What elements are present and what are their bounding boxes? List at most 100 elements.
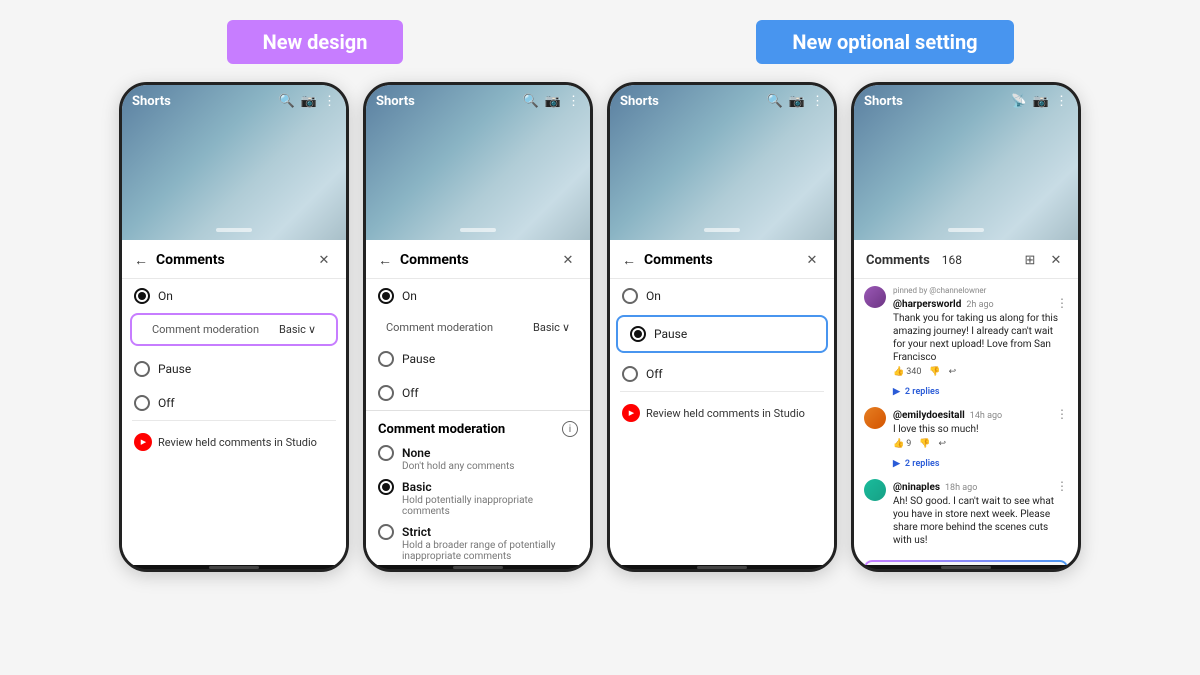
phone-2: Shorts 🔍 📷 ⋮ ← Comments ✕ xyxy=(363,82,593,572)
pause-label-2: Pause xyxy=(402,352,435,366)
off-label-2: Off xyxy=(402,386,419,400)
replies-row-1[interactable]: ▶ 2 replies xyxy=(854,384,1078,400)
search-icon-1[interactable]: 🔍 xyxy=(279,94,295,109)
replies-text-1: 2 replies xyxy=(905,387,940,397)
option-off-1[interactable]: Off xyxy=(122,386,346,420)
pause-highlight-blue: Pause xyxy=(616,315,828,353)
phone-4: Shorts 📡 📷 ⋮ Comments 168 ⊞ ✕ xyxy=(851,82,1081,572)
pause-label-3: Pause xyxy=(654,327,687,341)
more-icon-4[interactable]: ⋮ xyxy=(1055,94,1068,109)
replies-row-2[interactable]: ▶ 2 replies xyxy=(854,456,1078,472)
comments-count-4: 168 xyxy=(942,253,962,267)
mod-dropdown-2: Comment moderation i None Don't hold any… xyxy=(366,410,590,565)
radio-on-3 xyxy=(622,288,638,304)
comment-3-more[interactable]: ⋮ xyxy=(1056,479,1068,493)
basic-desc: Hold potentially inappropriate comments xyxy=(402,495,578,517)
option-on-1[interactable]: On xyxy=(122,279,346,313)
option-off-3[interactable]: Off xyxy=(610,357,834,391)
option-on-3[interactable]: On xyxy=(610,279,834,313)
divider-1 xyxy=(132,420,336,421)
avatar-3 xyxy=(864,479,886,501)
back-arrow-3[interactable]: ← xyxy=(622,252,636,269)
comment-2-more[interactable]: ⋮ xyxy=(1056,407,1068,421)
camera-icon-1[interactable]: 📷 xyxy=(301,94,317,109)
radio-off-2 xyxy=(378,385,394,401)
camera-icon-3[interactable]: 📷 xyxy=(789,94,805,109)
moderation-row-1[interactable]: Comment moderation Basic ∨ xyxy=(140,315,328,344)
comments-title-4: Comments xyxy=(866,253,930,268)
comment-1-user: @harpersworld xyxy=(893,299,961,310)
more-icon-3[interactable]: ⋮ xyxy=(811,94,824,109)
none-label: None xyxy=(402,446,430,460)
close-icon-2[interactable]: ✕ xyxy=(558,250,578,270)
on-label-1: On xyxy=(158,289,173,303)
moderation-highlight-purple: Comment moderation Basic ∨ xyxy=(130,313,338,346)
studio-row-3[interactable]: Review held comments in Studio xyxy=(610,396,834,430)
camera-icon-2[interactable]: 📷 xyxy=(545,94,561,109)
like-btn-1[interactable]: 👍 340 xyxy=(893,367,921,377)
new-optional-setting-header: New optional setting xyxy=(756,20,1013,64)
comment-1: pinned by @channelowner @harpersworld 2h… xyxy=(854,279,1078,384)
option-pause-2[interactable]: Pause xyxy=(366,342,590,376)
reply-btn-2[interactable]: ↩ xyxy=(939,439,947,449)
like-btn-2[interactable]: 👍 9 xyxy=(893,439,911,449)
close-icon-3[interactable]: ✕ xyxy=(802,250,822,270)
comment-3-user: @ninaples xyxy=(893,482,940,493)
comment-1-text: Thank you for taking us along for this a… xyxy=(893,312,1068,364)
comments-panel-2: ← Comments ✕ On Comment moderation Basic… xyxy=(366,240,590,565)
cast-icon-4[interactable]: 📡 xyxy=(1011,94,1027,109)
comments-title-2: Comments xyxy=(400,252,550,268)
dislike-btn-2[interactable]: 👎 xyxy=(919,439,930,449)
filter-icon-4[interactable]: ⊞ xyxy=(1020,250,1040,270)
comment-1-more[interactable]: ⋮ xyxy=(1056,296,1068,310)
divider-3 xyxy=(620,391,824,392)
option-pause-1[interactable]: Pause xyxy=(122,352,346,386)
paused-banner: Comments are paused. Learn more xyxy=(862,558,1070,565)
mod-option-strict[interactable]: Strict Hold a broader range of potential… xyxy=(378,524,578,562)
drag-handle-2 xyxy=(460,228,496,232)
radio-pause-3 xyxy=(630,326,646,342)
video-area-4: Shorts 📡 📷 ⋮ xyxy=(854,85,1078,240)
phone-1: Shorts 🔍 📷 ⋮ ← Comments ✕ xyxy=(119,82,349,572)
new-design-header: New design xyxy=(227,20,404,64)
more-icon-1[interactable]: ⋮ xyxy=(323,94,336,109)
radio-on-1 xyxy=(134,288,150,304)
moderation-row-2[interactable]: Comment moderation Basic ∨ xyxy=(374,313,582,342)
camera-icon-4[interactable]: 📷 xyxy=(1033,94,1049,109)
mod-option-basic[interactable]: Basic Hold potentially inappropriate com… xyxy=(378,479,578,517)
info-icon-2[interactable]: i xyxy=(562,421,578,437)
option-on-2[interactable]: On xyxy=(366,279,590,313)
dropdown-title-2: Comment moderation xyxy=(378,422,505,437)
video-area-2: Shorts 🔍 📷 ⋮ xyxy=(366,85,590,240)
drag-handle-1 xyxy=(216,228,252,232)
search-icon-3[interactable]: 🔍 xyxy=(767,94,783,109)
off-label-3: Off xyxy=(646,367,663,381)
basic-label: Basic xyxy=(402,480,432,494)
close-icon-1[interactable]: ✕ xyxy=(314,250,334,270)
comment-3-text: Ah! SO good. I can't wait to see what yo… xyxy=(893,495,1068,547)
on-label-3: On xyxy=(646,289,661,303)
reply-btn-1[interactable]: ↩ xyxy=(949,367,957,377)
studio-row-1[interactable]: Review held comments in Studio xyxy=(122,425,346,459)
comment-2-text: I love this so much! xyxy=(893,423,1068,436)
radio-off-3 xyxy=(622,366,638,382)
strict-label: Strict xyxy=(402,525,431,539)
mod-option-none[interactable]: None Don't hold any comments xyxy=(378,445,578,472)
video-area-1: Shorts 🔍 📷 ⋮ xyxy=(122,85,346,240)
dislike-btn-1[interactable]: 👎 xyxy=(929,367,940,377)
search-icon-2[interactable]: 🔍 xyxy=(523,94,539,109)
back-arrow-2[interactable]: ← xyxy=(378,252,392,269)
off-label-1: Off xyxy=(158,396,175,410)
back-arrow-1[interactable]: ← xyxy=(134,252,148,269)
shorts-label-3: Shorts xyxy=(620,94,659,109)
shorts-label-4: Shorts xyxy=(864,94,903,109)
more-icon-2[interactable]: ⋮ xyxy=(567,94,580,109)
strict-desc: Hold a broader range of potentially inap… xyxy=(402,540,578,562)
radio-on-2 xyxy=(378,288,394,304)
option-off-2[interactable]: Off xyxy=(366,376,590,410)
radio-pause-2 xyxy=(378,351,394,367)
close-icon-4[interactable]: ✕ xyxy=(1046,250,1066,270)
option-pause-3[interactable]: Pause xyxy=(618,317,826,351)
studio-icon-1 xyxy=(134,433,152,451)
full-comments-panel: Comments 168 ⊞ ✕ pinned by @channelowner… xyxy=(854,240,1078,565)
